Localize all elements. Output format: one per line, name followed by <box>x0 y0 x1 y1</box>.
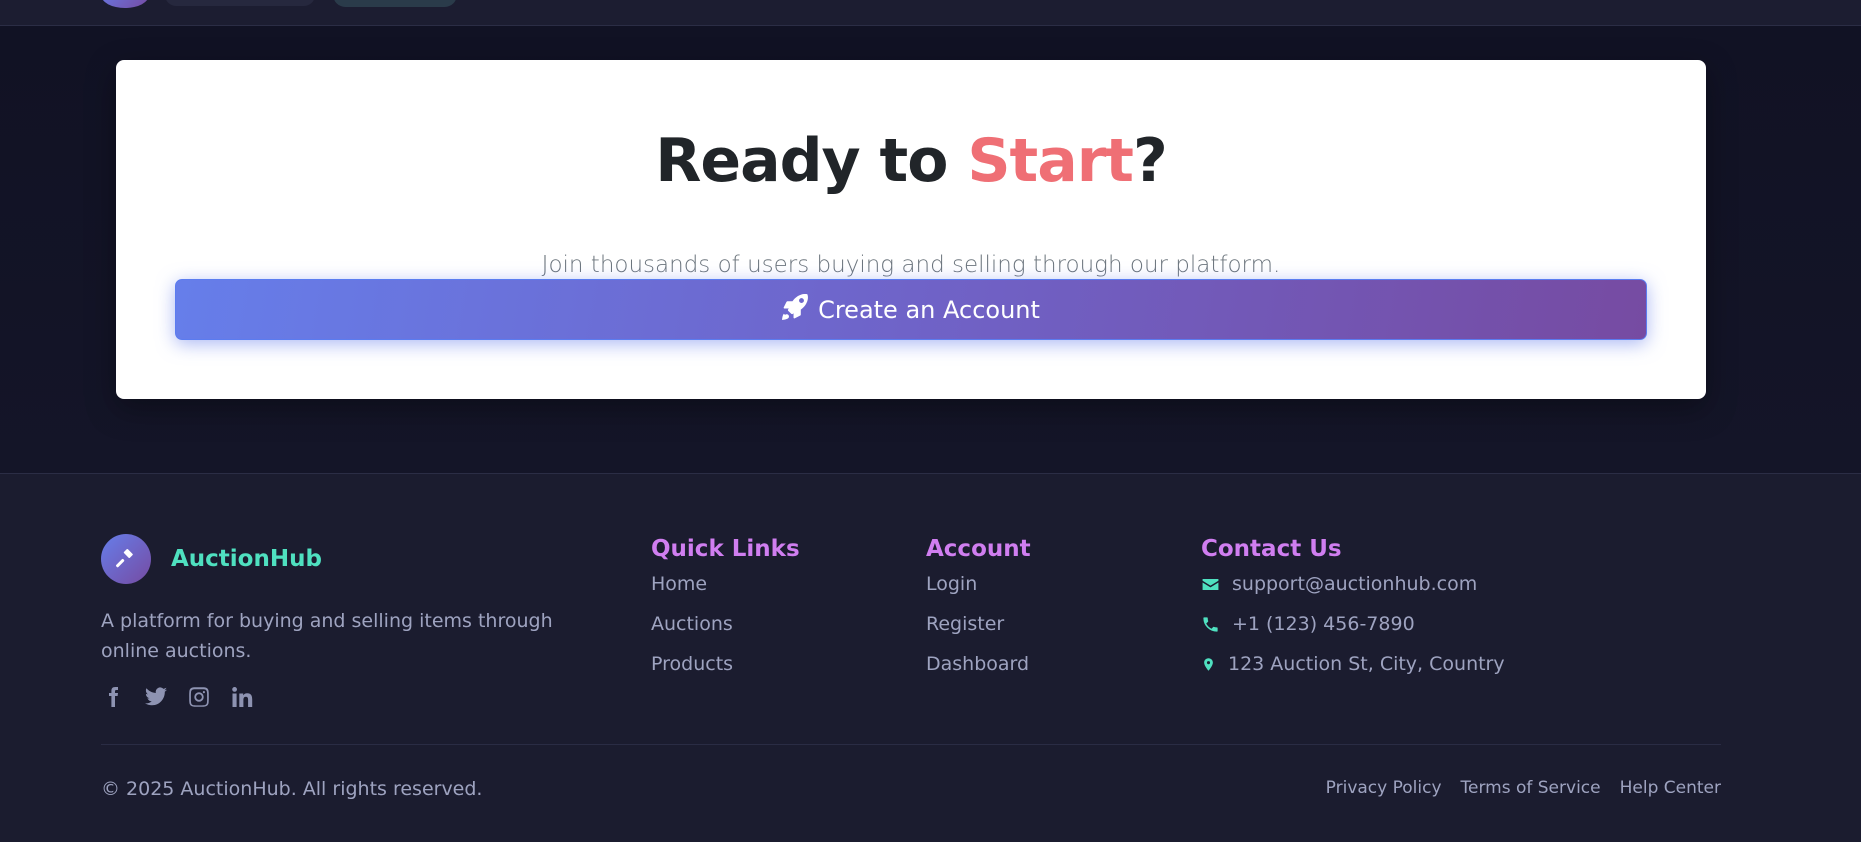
brand-description: A platform for buying and selling items … <box>101 610 553 662</box>
terms-of-service-link[interactable]: Terms of Service <box>1461 778 1601 798</box>
footer-brand[interactable]: AuctionHub <box>101 534 322 584</box>
account-heading: Account <box>926 536 1031 562</box>
avatar[interactable] <box>101 0 149 8</box>
quick-links-column: Quick Links Home Auctions Products <box>651 534 800 692</box>
footer-link-home[interactable]: Home <box>651 572 800 596</box>
instagram-icon[interactable] <box>187 684 211 710</box>
social-links <box>101 684 254 710</box>
contact-email-text: support@auctionhub.com <box>1232 573 1478 595</box>
create-account-button[interactable]: Create an Account <box>175 279 1647 340</box>
footer-link-products[interactable]: Products <box>651 652 800 676</box>
cta-title-highlight: Start <box>967 126 1134 196</box>
twitter-icon[interactable] <box>144 684 168 710</box>
site-footer: AuctionHub A platform for buying and sel… <box>0 473 1861 842</box>
envelope-icon <box>1202 578 1219 590</box>
linkedin-icon[interactable] <box>230 684 254 710</box>
legal-links: Privacy Policy Terms of Service Help Cen… <box>1326 778 1721 798</box>
footer-link-auctions[interactable]: Auctions <box>651 612 800 636</box>
create-account-label: Create an Account <box>818 295 1040 324</box>
contact-phone[interactable]: +1 (123) 456-7890 <box>1201 612 1505 636</box>
footer-link-register[interactable]: Register <box>926 612 1031 636</box>
contact-phone-text: +1 (123) 456-7890 <box>1232 613 1415 635</box>
cta-subtitle: Join thousands of users buying and selli… <box>541 252 1281 278</box>
quick-links-heading: Quick Links <box>651 536 800 562</box>
nav-button[interactable] <box>333 0 457 7</box>
cta-title: Ready to Start? <box>116 126 1706 196</box>
gavel-icon <box>101 534 151 584</box>
rocket-icon <box>782 293 809 326</box>
help-center-link[interactable]: Help Center <box>1620 778 1721 798</box>
copyright-text: © 2025 AuctionHub. All rights reserved. <box>101 778 483 800</box>
nav-item[interactable] <box>165 0 315 6</box>
contact-heading: Contact Us <box>1201 536 1342 562</box>
cta-section: Ready to Start? Join thousands of users … <box>0 26 1861 473</box>
footer-link-dashboard[interactable]: Dashboard <box>926 652 1031 676</box>
contact-email[interactable]: support@auctionhub.com <box>1201 572 1505 596</box>
contact-address: 123 Auction St, City, Country <box>1201 652 1505 676</box>
account-column: Account Login Register Dashboard <box>926 534 1031 692</box>
phone-icon <box>1203 616 1218 632</box>
contact-address-text: 123 Auction St, City, Country <box>1228 653 1505 675</box>
privacy-policy-link[interactable]: Privacy Policy <box>1326 778 1442 798</box>
footer-link-login[interactable]: Login <box>926 572 1031 596</box>
cta-card: Ready to Start? Join thousands of users … <box>116 60 1706 399</box>
brand-name: AuctionHub <box>171 546 322 572</box>
map-pin-icon <box>1204 657 1213 671</box>
contact-column: Contact Us support@auctionhub.com +1 (12… <box>1201 534 1505 692</box>
facebook-icon[interactable] <box>101 684 125 710</box>
top-navbar <box>0 0 1861 26</box>
footer-divider <box>101 744 1721 745</box>
cta-title-suffix: ? <box>1132 126 1168 196</box>
cta-title-prefix: Ready to <box>655 126 968 196</box>
